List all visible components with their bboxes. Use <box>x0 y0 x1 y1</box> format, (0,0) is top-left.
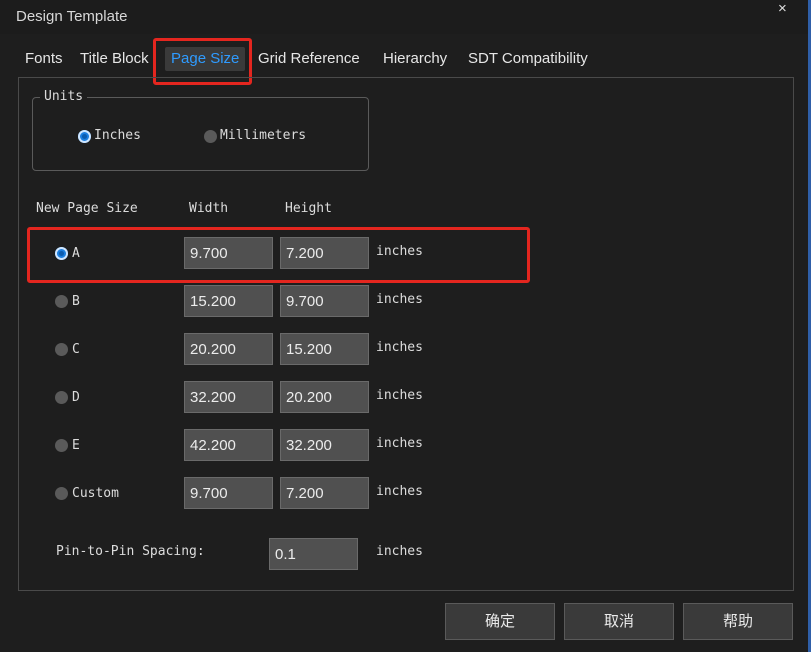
header-width: Width <box>189 201 229 216</box>
size-custom-label[interactable]: Custom <box>72 486 119 501</box>
size-a-unit: inches <box>376 244 423 259</box>
size-e-height-input[interactable] <box>280 429 369 461</box>
size-d-unit: inches <box>376 388 423 403</box>
size-d-label[interactable]: D <box>72 390 80 405</box>
size-a-label[interactable]: A <box>72 246 80 261</box>
size-e-unit: inches <box>376 436 423 451</box>
close-icon[interactable]: × <box>778 0 787 17</box>
spacing-label: Pin-to-Pin Spacing: <box>56 544 205 559</box>
size-custom-width-input[interactable] <box>184 477 273 509</box>
size-d-width-input[interactable] <box>184 381 273 413</box>
header-height: Height <box>285 201 332 216</box>
tab-grid-reference[interactable]: Grid Reference <box>258 50 360 67</box>
tab-title-block[interactable]: Title Block <box>80 50 149 67</box>
inches-radio[interactable] <box>78 130 91 143</box>
units-legend: Units <box>40 89 88 104</box>
size-b-width-input[interactable] <box>184 285 273 317</box>
millimeters-label[interactable]: Millimeters <box>220 128 306 143</box>
millimeters-radio[interactable] <box>204 130 217 143</box>
spacing-unit: inches <box>376 544 423 559</box>
inches-label[interactable]: Inches <box>94 128 141 143</box>
size-c-unit: inches <box>376 340 423 355</box>
ok-button[interactable]: 确定 <box>445 603 555 640</box>
size-e-radio[interactable] <box>55 439 68 452</box>
size-c-width-input[interactable] <box>184 333 273 365</box>
size-b-height-input[interactable] <box>280 285 369 317</box>
size-a-height-input[interactable] <box>280 237 369 269</box>
size-c-height-input[interactable] <box>280 333 369 365</box>
size-b-label[interactable]: B <box>72 294 80 309</box>
tab-sdt-compatibility[interactable]: SDT Compatibility <box>468 50 588 67</box>
size-b-radio[interactable] <box>55 295 68 308</box>
size-d-height-input[interactable] <box>280 381 369 413</box>
window-title: Design Template <box>16 8 128 25</box>
size-c-label[interactable]: C <box>72 342 80 357</box>
size-e-label[interactable]: E <box>72 438 80 453</box>
size-b-unit: inches <box>376 292 423 307</box>
tab-page-size[interactable]: Page Size <box>165 47 246 71</box>
size-custom-unit: inches <box>376 484 423 499</box>
size-a-width-input[interactable] <box>184 237 273 269</box>
tab-fonts[interactable]: Fonts <box>25 50 63 67</box>
size-custom-radio[interactable] <box>55 487 68 500</box>
tab-hierarchy[interactable]: Hierarchy <box>383 50 447 67</box>
help-button[interactable]: 帮助 <box>683 603 793 640</box>
cancel-button[interactable]: 取消 <box>564 603 674 640</box>
spacing-input[interactable] <box>269 538 358 570</box>
size-a-radio[interactable] <box>55 247 68 260</box>
title-bar: Design Template × <box>0 0 811 34</box>
header-new-page-size: New Page Size <box>36 201 138 216</box>
size-d-radio[interactable] <box>55 391 68 404</box>
size-custom-height-input[interactable] <box>280 477 369 509</box>
size-c-radio[interactable] <box>55 343 68 356</box>
size-e-width-input[interactable] <box>184 429 273 461</box>
